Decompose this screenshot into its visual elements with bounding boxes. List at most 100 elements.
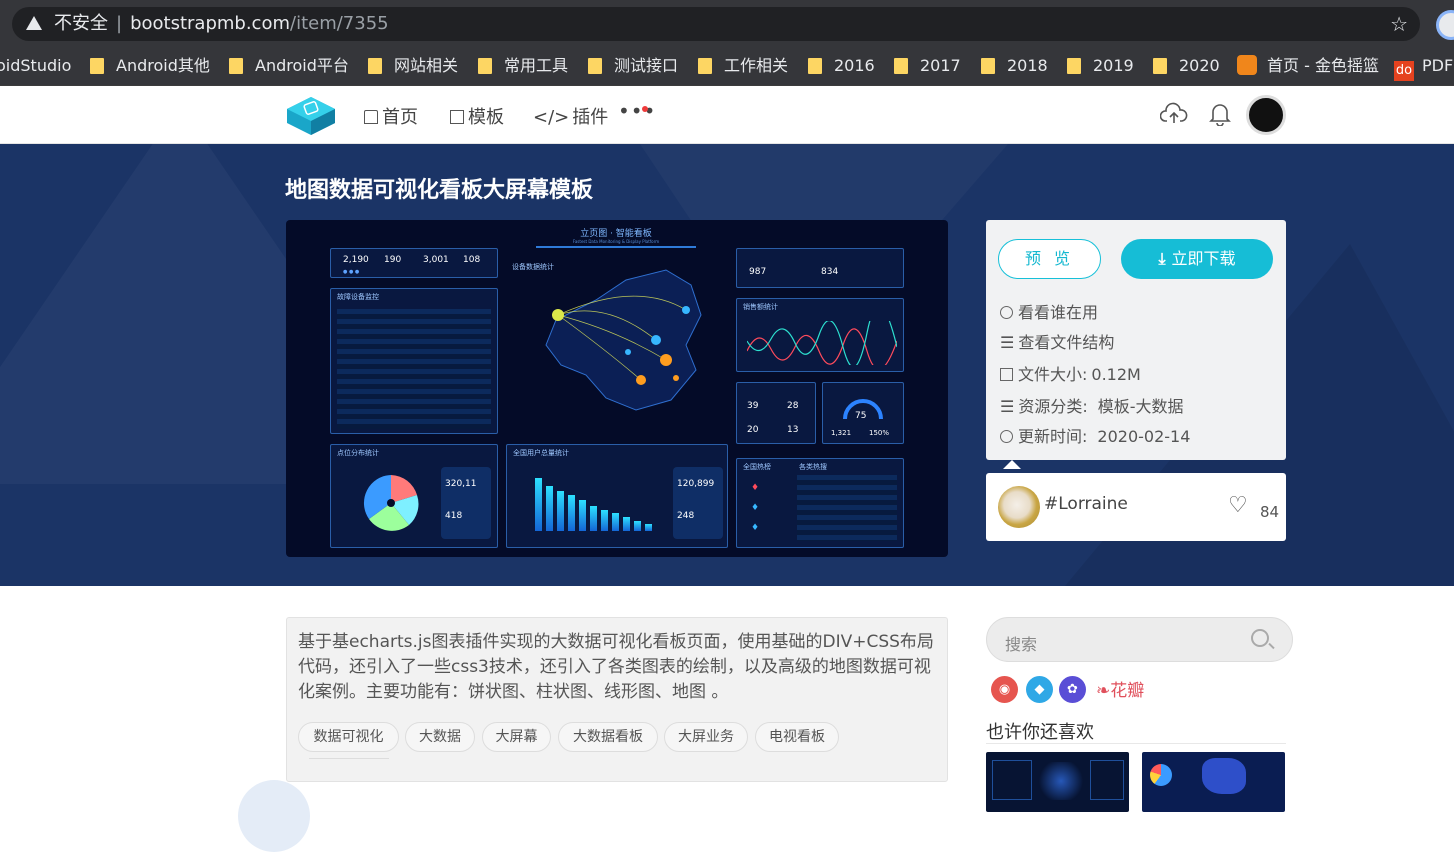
preview-bar	[612, 513, 619, 531]
preview-bar	[590, 505, 597, 531]
baidu-share-icon[interactable]: ✿	[1059, 676, 1086, 703]
browser-toolbar: 不安全 | bootstrapmb.com/item/7355 ☆	[0, 0, 1454, 48]
nav-plugins[interactable]: </> 插件	[533, 103, 608, 129]
address-bar[interactable]: 不安全 | bootstrapmb.com/item/7355	[12, 7, 1420, 41]
list-icon: ☰	[1000, 333, 1015, 352]
author-name[interactable]: #Lorraine	[1044, 494, 1128, 514]
bookmark-folder[interactable]: 工作相关	[698, 48, 788, 84]
bookmark-item[interactable]: do PDF	[1394, 48, 1453, 84]
user-avatar[interactable]	[1246, 95, 1286, 135]
table-panel: 故障设备监控	[330, 288, 498, 434]
recommend-thumbnail[interactable]	[1142, 752, 1285, 812]
preview-bar	[557, 490, 564, 531]
preview-bar	[568, 494, 575, 531]
search-icon[interactable]	[1251, 629, 1269, 647]
more-menu-button[interactable]: •••	[618, 99, 656, 123]
bookmark-star-icon[interactable]: ☆	[1390, 7, 1408, 41]
nav-home[interactable]: 首页	[364, 103, 418, 129]
huaban-share-link[interactable]: ❧花瓣	[1096, 676, 1144, 701]
bell-icon[interactable]	[1209, 102, 1231, 126]
huaban-icon: ❧	[1096, 681, 1111, 701]
preview-bar	[546, 486, 553, 531]
home-icon	[364, 110, 378, 124]
site-icon	[1237, 55, 1257, 75]
floating-bubble	[238, 780, 310, 852]
tag[interactable]: 电视看板	[755, 722, 839, 752]
recommend-heading: 也许你还喜欢	[986, 722, 1094, 743]
tag[interactable]: 大屏幕	[482, 722, 551, 752]
download-button[interactable]: ⤓ 立即下载	[1121, 239, 1273, 279]
folder-icon	[368, 58, 382, 74]
bar-panel: 全国用户总量统计 120,899 248	[506, 444, 728, 548]
preview-bar	[601, 509, 608, 531]
bookmark-folder[interactable]: Android其他	[90, 48, 210, 84]
preview-button[interactable]: 预 览	[998, 239, 1101, 279]
china-map	[545, 269, 702, 411]
bookmark-folder[interactable]: 2020	[1153, 48, 1220, 84]
bookmark-folder[interactable]: Android平台	[229, 48, 349, 84]
wallet-icon	[1000, 368, 1013, 381]
bookmark-folder[interactable]: 常用工具	[478, 48, 568, 84]
qq-share-icon[interactable]: ◆	[1026, 676, 1053, 703]
warning-icon	[26, 16, 42, 30]
folder-icon	[229, 58, 243, 74]
template-icon	[450, 110, 464, 124]
weibo-share-icon[interactable]: ◉	[991, 676, 1018, 703]
folder-icon	[90, 58, 104, 74]
pie-panel: 点位分布统计 320,11 418	[330, 444, 498, 548]
upload-cloud-icon[interactable]	[1160, 102, 1188, 126]
bookmarks-bar: oidStudio Android其他 Android平台 网站相关 常用工具 …	[0, 48, 1454, 86]
recommend-thumbnail[interactable]	[986, 752, 1129, 812]
folder-icon	[894, 58, 908, 74]
tag[interactable]: 大数据看板	[558, 722, 658, 752]
bookmark-item[interactable]: oidStudio	[0, 48, 71, 84]
folder-icon	[1153, 58, 1167, 74]
file-structure-link[interactable]: ☰ 查看文件结构	[1000, 329, 1114, 353]
bookmark-folder[interactable]: 测试接口	[588, 48, 678, 84]
who-uses-link[interactable]: 看看谁在用	[1000, 299, 1098, 323]
bookmark-folder[interactable]: 2019	[1067, 48, 1134, 84]
folder-icon	[1067, 58, 1081, 74]
nav-templates[interactable]: 模板	[450, 103, 504, 129]
url-host: bootstrapmb.com	[130, 13, 291, 34]
search-box[interactable]: 搜索	[986, 617, 1293, 662]
tag[interactable]: 大数据	[405, 722, 475, 752]
bookmark-folder[interactable]: 2017	[894, 48, 961, 84]
template-preview-image[interactable]: 立页图 · 智能看板 Fastest Data Monitoring & Disp…	[286, 220, 948, 557]
page-title: 地图数据可视化看板大屏幕模板	[285, 178, 594, 203]
author-card: #Lorraine ♡ 84	[986, 473, 1286, 541]
preview-bar	[645, 524, 652, 531]
address-separator: |	[116, 13, 123, 34]
folder-icon	[698, 58, 712, 74]
folder-icon	[478, 58, 492, 74]
bookmark-item[interactable]: 首页 - 金色摇篮	[1237, 48, 1379, 84]
line-chart-panel: 销售额统计	[736, 298, 904, 372]
stats-panel: 2,190 190 3,001 108 ● ● ●	[330, 248, 498, 278]
category-icon: ☰	[1000, 397, 1015, 416]
right-stats-panel: 987 834	[736, 248, 904, 288]
preview-bar	[535, 477, 542, 531]
updated-row: 更新时间: 2020-02-14	[1000, 423, 1190, 447]
bookmark-folder[interactable]: 2018	[981, 48, 1048, 84]
description-text: 基于基echarts.js图表插件实现的大数据可视化看板页面，使用基础的DIV+…	[298, 632, 934, 702]
rank-panel: 全国热榜 各类热搜 ♦ ♦ ♦	[736, 458, 904, 548]
tag[interactable]: 大屏业务	[664, 722, 748, 752]
preview-bar	[634, 520, 641, 531]
folder-icon	[808, 58, 822, 74]
bookmark-folder[interactable]: 网站相关	[368, 48, 458, 84]
security-label[interactable]: 不安全	[54, 13, 108, 34]
divider	[309, 758, 389, 759]
bookmark-folder[interactable]: 2016	[808, 48, 875, 84]
clock-icon	[1000, 430, 1013, 443]
divider	[986, 743, 1286, 744]
gauge-panel: 75 1,321 150%	[822, 382, 904, 444]
search-input[interactable]: 搜索	[1005, 631, 1037, 655]
ratio-panel: 39 28 20 13	[736, 382, 816, 444]
code-icon: </>	[533, 107, 570, 128]
tag[interactable]: 数据可视化	[298, 722, 399, 752]
author-avatar[interactable]	[998, 486, 1040, 528]
heart-icon[interactable]: ♡	[1228, 493, 1248, 518]
description-box: 基于基echarts.js图表插件实现的大数据可视化看板页面，使用基础的DIV+…	[286, 617, 948, 782]
extension-icon[interactable]	[1436, 10, 1454, 40]
site-logo[interactable]	[285, 95, 337, 137]
